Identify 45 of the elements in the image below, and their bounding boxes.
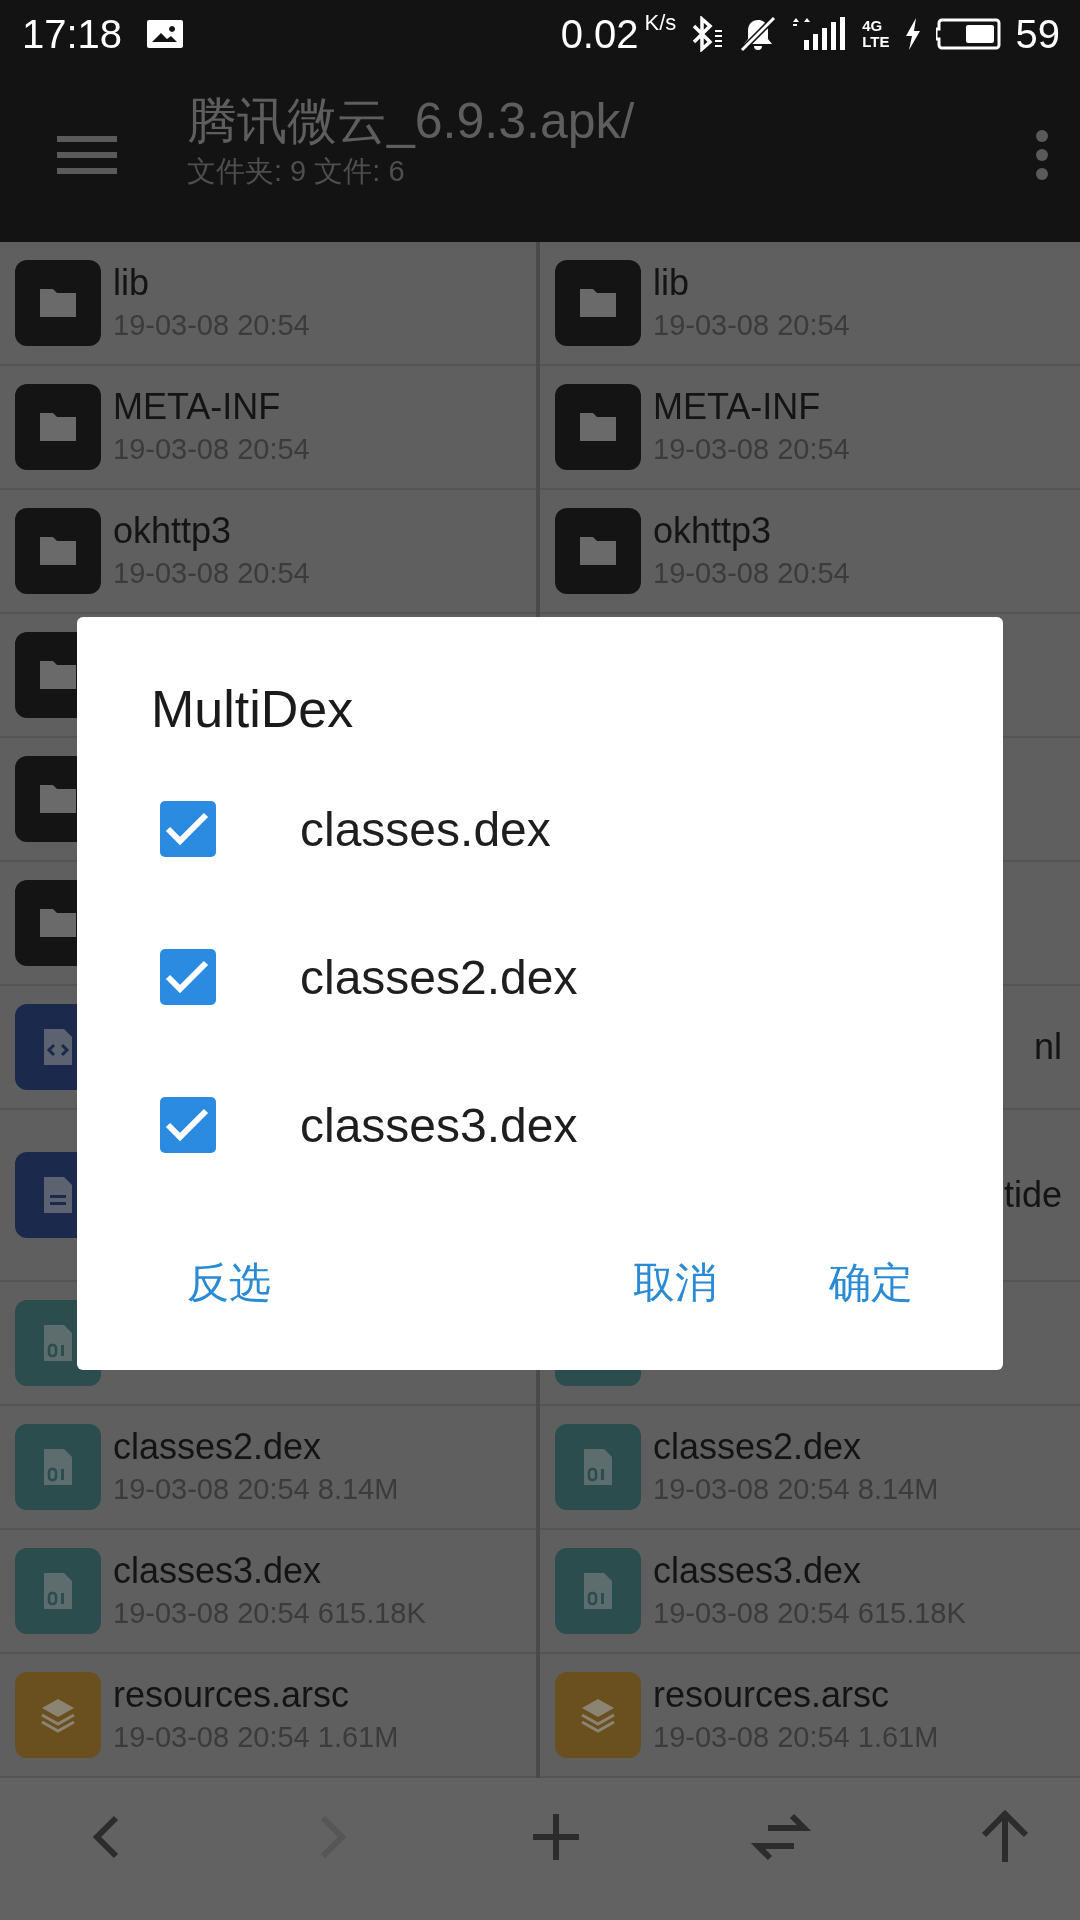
image-icon — [146, 18, 185, 50]
bluetooth-icon — [690, 16, 725, 52]
speed-unit: K/s — [644, 10, 677, 36]
menu-icon[interactable] — [57, 134, 117, 176]
file-name[interactable]: classes3.dex — [653, 1549, 966, 1593]
folder-icon — [15, 508, 101, 594]
folder-icon — [555, 508, 641, 594]
option-label[interactable]: classes.dex — [300, 801, 551, 857]
file-name[interactable]: tide — [1003, 1173, 1062, 1217]
folder-file-count: 文件夹: 9 文件: 6 — [187, 154, 406, 189]
checkbox[interactable] — [160, 949, 216, 1005]
option-label[interactable]: classes2.dex — [300, 949, 578, 1005]
confirm-button[interactable]: 确定 — [813, 1245, 929, 1321]
clock: 17:18 — [22, 11, 123, 57]
folder-icon — [15, 260, 101, 346]
file-name[interactable]: META-INF — [113, 385, 310, 429]
file-name[interactable]: classes2.dex — [653, 1425, 939, 1469]
battery-level: 59 — [1015, 11, 1060, 57]
dialog-title: MultiDex — [151, 679, 355, 740]
file-name[interactable]: nl — [1033, 1025, 1062, 1069]
checkbox[interactable] — [160, 801, 216, 857]
file-name[interactable]: okhttp3 — [653, 509, 850, 553]
file-name[interactable]: classes2.dex — [113, 1425, 399, 1469]
battery-icon — [935, 16, 1002, 52]
layers-icon — [555, 1672, 641, 1758]
folder-icon — [15, 384, 101, 470]
folder-icon — [555, 384, 641, 470]
file-name[interactable]: lib — [653, 261, 850, 305]
file-name[interactable]: resources.arsc — [653, 1673, 939, 1717]
file-name[interactable]: lib — [113, 261, 310, 305]
cancel-button[interactable]: 取消 — [617, 1245, 733, 1321]
network-speed: 0.02 — [560, 11, 639, 57]
charging-icon — [903, 17, 922, 51]
network-type: 4G LTE — [862, 18, 890, 50]
folder-icon — [555, 260, 641, 346]
folder-path-title: 腾讯微云_6.9.3.apk/ — [187, 92, 636, 151]
file-name[interactable]: okhttp3 — [113, 509, 310, 553]
file-name[interactable]: resources.arsc — [113, 1673, 399, 1717]
layers-icon — [15, 1672, 101, 1758]
option-label[interactable]: classes3.dex — [300, 1097, 578, 1153]
file-name[interactable]: META-INF — [653, 385, 850, 429]
invert-selection-button[interactable]: 反选 — [171, 1245, 287, 1321]
checkbox[interactable] — [160, 1097, 216, 1153]
file-name[interactable]: classes3.dex — [113, 1549, 426, 1593]
more-options-icon[interactable] — [1034, 129, 1050, 181]
